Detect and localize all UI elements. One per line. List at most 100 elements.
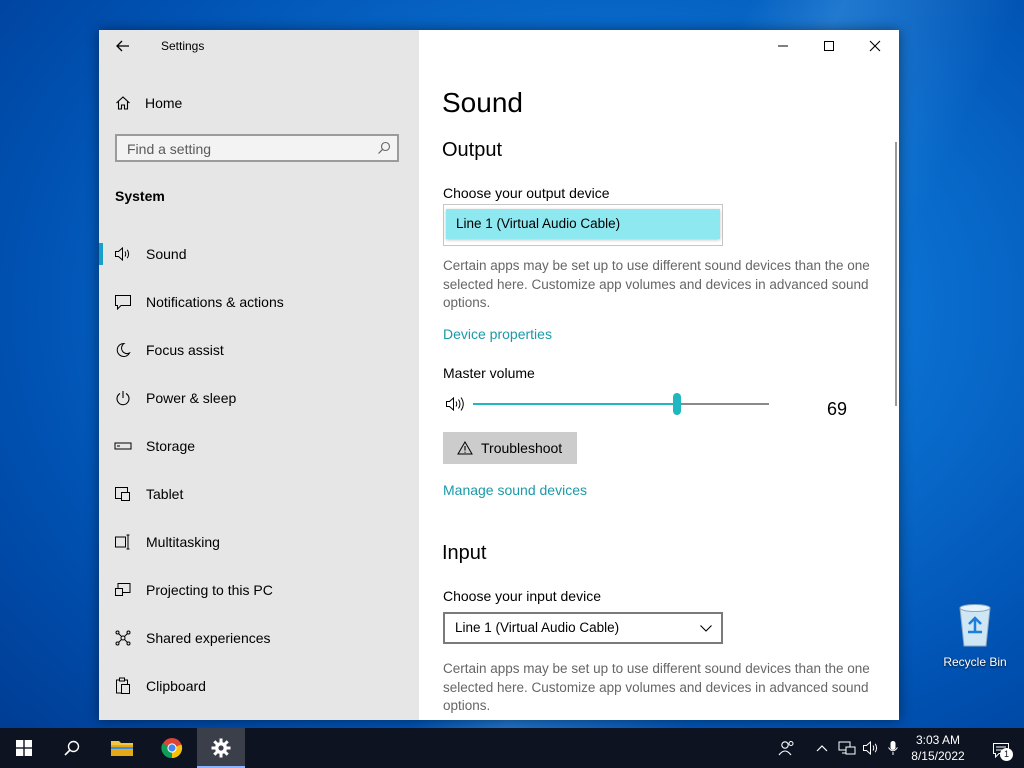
input-heading: Input bbox=[442, 542, 487, 564]
recycle-bin[interactable]: Recycle Bin bbox=[940, 602, 1010, 669]
close-button[interactable] bbox=[852, 30, 898, 62]
show-hidden-icons-button[interactable] bbox=[812, 728, 832, 768]
content-scrollbar[interactable] bbox=[895, 142, 897, 406]
sidebar-item-storage[interactable]: Storage bbox=[99, 422, 419, 470]
sidebar-item-label: Clipboard bbox=[146, 678, 206, 694]
sidebar-item-clipboard[interactable]: Clipboard bbox=[99, 662, 419, 710]
output-device-label: Choose your output device bbox=[443, 185, 610, 201]
chrome-button[interactable] bbox=[148, 728, 196, 768]
sidebar-item-focus-assist[interactable]: Focus assist bbox=[99, 326, 419, 374]
sidebar-item-sound[interactable]: Sound bbox=[99, 230, 419, 278]
network-button[interactable] bbox=[836, 728, 858, 768]
sidebar-item-label: Storage bbox=[146, 438, 196, 454]
input-device-dropdown[interactable]: Line 1 (Virtual Audio Cable) bbox=[443, 612, 723, 644]
start-button[interactable] bbox=[0, 728, 48, 768]
speaker-icon bbox=[863, 740, 878, 756]
troubleshoot-button[interactable]: Troubleshoot bbox=[443, 432, 577, 464]
chevron-up-icon bbox=[816, 745, 828, 752]
sidebar-item-projecting[interactable]: Projecting to this PC bbox=[99, 566, 419, 614]
people-button[interactable] bbox=[776, 728, 798, 768]
warning-icon bbox=[457, 441, 473, 455]
taskbar: 3:03 AM 8/15/2022 1 bbox=[0, 728, 1024, 768]
sidebar-item-label: Projecting to this PC bbox=[146, 582, 273, 598]
output-heading: Output bbox=[442, 139, 503, 161]
sidebar-item-label: Multitasking bbox=[146, 534, 220, 550]
speaker-icon bbox=[114, 245, 132, 263]
network-icon bbox=[838, 741, 856, 755]
notification-count-badge: 1 bbox=[1000, 748, 1013, 761]
minimize-button[interactable] bbox=[760, 30, 806, 62]
tablet-icon bbox=[114, 485, 132, 503]
sidebar-item-label: Focus assist bbox=[146, 342, 224, 358]
sidebar-home[interactable]: Home bbox=[115, 93, 182, 113]
search-input[interactable] bbox=[125, 140, 369, 158]
sidebar-item-multitasking[interactable]: Multitasking bbox=[99, 518, 419, 566]
input-device-label: Choose your input device bbox=[443, 588, 601, 604]
content-pane: Sound Output Choose your output device L… bbox=[419, 30, 899, 720]
chrome-icon bbox=[161, 738, 183, 759]
app-title: Settings bbox=[161, 39, 205, 53]
slider-fill bbox=[473, 403, 678, 405]
volume-tray-button[interactable] bbox=[860, 728, 882, 768]
file-explorer-button[interactable] bbox=[98, 728, 146, 768]
settings-taskbar-button[interactable] bbox=[197, 728, 245, 768]
windows-logo-icon bbox=[16, 740, 32, 756]
volume-value: 69 bbox=[827, 399, 848, 419]
multitasking-icon bbox=[114, 533, 132, 551]
search-box[interactable] bbox=[115, 134, 399, 162]
page-title: Sound bbox=[442, 87, 523, 118]
volume-speaker-icon[interactable] bbox=[445, 396, 467, 417]
home-icon bbox=[116, 96, 130, 110]
sidebar-item-shared-experiences[interactable]: Shared experiences bbox=[99, 614, 419, 662]
back-button[interactable] bbox=[113, 36, 133, 56]
moon-icon bbox=[114, 341, 132, 359]
shared-experiences-icon bbox=[114, 629, 132, 647]
sidebar: Settings Home System Sound No bbox=[99, 30, 419, 720]
storage-icon bbox=[114, 437, 132, 455]
maximize-icon bbox=[824, 41, 834, 51]
search-icon bbox=[64, 740, 80, 756]
sidebar-item-label: Tablet bbox=[146, 486, 184, 502]
microphone-button[interactable] bbox=[884, 728, 902, 768]
recycle-bin-icon bbox=[959, 604, 991, 647]
sidebar-item-power-sleep[interactable]: Power & sleep bbox=[99, 374, 419, 422]
notification-icon bbox=[114, 293, 132, 311]
device-properties-link[interactable]: Device properties bbox=[443, 326, 552, 342]
chevron-down-icon bbox=[699, 621, 713, 640]
recycle-bin-label: Recycle Bin bbox=[943, 655, 1007, 669]
sidebar-item-label: Power & sleep bbox=[146, 390, 237, 406]
output-device-value: Line 1 (Virtual Audio Cable) bbox=[456, 216, 621, 231]
settings-window: Settings Home System Sound No bbox=[99, 30, 899, 720]
sidebar-nav: Sound Notifications & actions Focus assi… bbox=[99, 230, 419, 710]
gear-icon bbox=[211, 738, 231, 758]
troubleshoot-label: Troubleshoot bbox=[481, 440, 563, 456]
output-device-dropdown[interactable]: Line 1 (Virtual Audio Cable) bbox=[443, 204, 723, 246]
clock[interactable]: 3:03 AM 8/15/2022 bbox=[902, 732, 974, 764]
manage-sound-devices-link[interactable]: Manage sound devices bbox=[443, 482, 587, 498]
output-description: Certain apps may be set up to use differ… bbox=[443, 258, 870, 310]
sidebar-item-label: Notifications & actions bbox=[146, 294, 284, 310]
people-icon bbox=[778, 741, 794, 756]
slider-thumb[interactable] bbox=[673, 393, 682, 415]
master-volume-slider[interactable] bbox=[443, 392, 783, 416]
clipboard-icon bbox=[114, 677, 132, 695]
sidebar-item-notifications[interactable]: Notifications & actions bbox=[99, 278, 419, 326]
folder-icon bbox=[111, 741, 133, 756]
taskbar-search-button[interactable] bbox=[48, 728, 96, 768]
input-device-value: Line 1 (Virtual Audio Cable) bbox=[455, 620, 620, 635]
sidebar-home-label: Home bbox=[145, 95, 183, 111]
microphone-icon bbox=[888, 741, 898, 755]
sidebar-item-label: Sound bbox=[146, 246, 187, 262]
sidebar-item-tablet[interactable]: Tablet bbox=[99, 470, 419, 518]
minimize-icon bbox=[778, 45, 788, 47]
input-description: Certain apps may be set up to use differ… bbox=[443, 661, 870, 713]
output-device-selection: Line 1 (Virtual Audio Cable) bbox=[446, 209, 720, 239]
close-icon bbox=[869, 40, 881, 52]
clock-date: 8/15/2022 bbox=[911, 749, 965, 763]
power-icon bbox=[114, 389, 132, 407]
back-arrow-icon bbox=[116, 40, 129, 52]
maximize-button[interactable] bbox=[806, 30, 852, 62]
action-center-button[interactable]: 1 bbox=[992, 742, 1013, 763]
search-icon bbox=[377, 141, 391, 160]
section-label-system: System bbox=[115, 188, 165, 204]
